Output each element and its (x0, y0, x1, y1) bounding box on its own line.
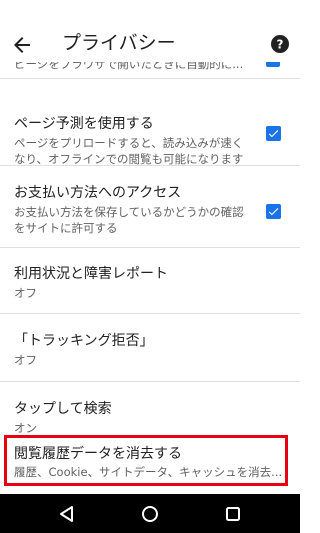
nav-home-circle-icon (142, 506, 158, 522)
setting-subtitle-line1: お支払い方法を保存しているかどうかの確認 (14, 205, 244, 219)
setting-subtitle-line1: ページをプリロードすると、読み込みが速く (14, 136, 244, 150)
setting-row-payment-access[interactable]: お支払い方法へのアクセス お支払い方法を保存しているかどうかの確認 をサイトに許… (0, 166, 300, 246)
setting-row-usage-reports[interactable]: 利用状況と障害レポート オフ (0, 248, 300, 313)
setting-subtitle: オフ (14, 353, 37, 367)
setting-subtitle: オン (14, 421, 37, 435)
setting-row-do-not-track[interactable]: 「トラッキング拒否」 オフ (0, 314, 300, 381)
page-title: プライバシー (62, 32, 176, 54)
partial-setting-row[interactable]: ピージをブラウザで開いたときに自動的に... (0, 62, 300, 72)
screen: プライバシー ? ピージをブラウザで開いたときに自動的に... ページ予測を使用… (0, 0, 300, 533)
checkmark-icon (268, 208, 279, 216)
setting-title: 「トラッキング拒否」 (14, 333, 154, 349)
nav-back-button[interactable] (57, 504, 77, 524)
setting-title: お支払い方法へのアクセス (14, 185, 182, 201)
setting-title: ページ予測を使用する (14, 116, 154, 132)
nav-home-button[interactable] (140, 504, 160, 524)
highlight-box (4, 435, 288, 486)
settings-list[interactable]: ピージをブラウザで開いたときに自動的に... ページ予測を使用する ページをプリ… (0, 62, 300, 494)
app-bar: プライバシー ? (0, 0, 300, 62)
setting-title: タップして検索 (14, 401, 112, 417)
help-icon: ? (271, 35, 289, 53)
setting-title: 利用状況と障害レポート (14, 266, 168, 282)
checkmark-icon (268, 130, 279, 138)
navigation-bar (0, 494, 300, 533)
setting-subtitle-line2: をサイトに許可する (14, 221, 118, 235)
nav-back-triangle-icon (60, 506, 73, 522)
help-button[interactable]: ? (271, 35, 289, 53)
nav-recents-square-icon (226, 507, 240, 521)
nav-recents-button[interactable] (223, 504, 243, 524)
back-button[interactable] (10, 33, 34, 57)
svg-text:?: ? (277, 38, 284, 52)
setting-row-page-prediction[interactable]: ページ予測を使用する ページをプリロードすると、読み込みが速く なり、オフライン… (0, 79, 300, 166)
checkbox-page-prediction[interactable] (266, 126, 281, 141)
checkbox-payment-access[interactable] (266, 204, 281, 219)
partial-checkbox[interactable] (266, 62, 280, 67)
arrow-back-icon (14, 37, 30, 53)
partial-setting-text: ピージをブラウザで開いたときに自動的に... (14, 62, 244, 71)
setting-subtitle: オフ (14, 286, 37, 300)
